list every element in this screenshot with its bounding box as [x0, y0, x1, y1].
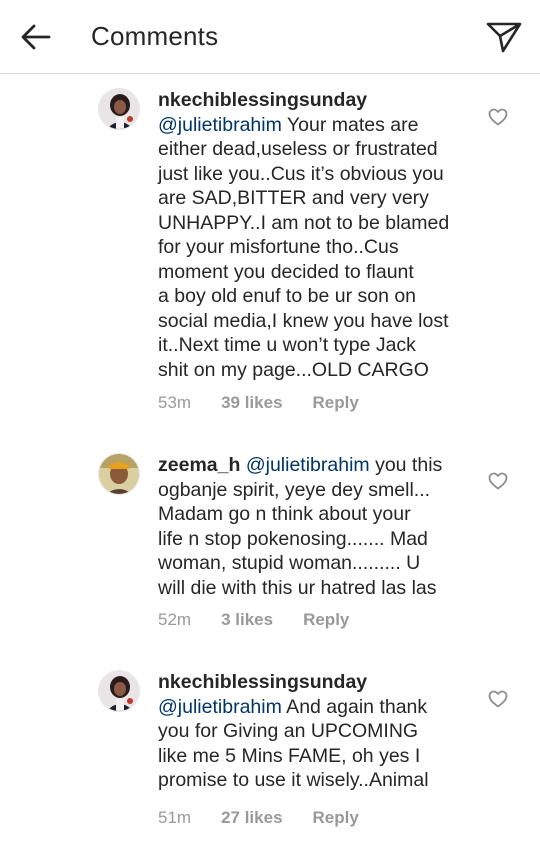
comment-line: ogbanje spirit, yeye dey smell...	[158, 478, 431, 501]
paper-plane-icon	[486, 22, 522, 53]
heart-outline-icon	[488, 690, 508, 708]
like-button[interactable]	[486, 470, 510, 492]
comment-mention[interactable]: @julietibrahim	[158, 696, 282, 718]
comment-time: 53m	[158, 393, 192, 412]
comment-likes[interactable]: 39 likes	[221, 393, 282, 413]
comment-item: nkechiblessingsunday @julietibrahim Your…	[0, 74, 540, 434]
reply-button[interactable]: Reply	[303, 610, 349, 630]
avatar[interactable]	[98, 88, 140, 130]
comment-line: for your misfortune tho..Cus	[158, 236, 399, 258]
comment-item: nkechiblessingsunday @julietibrahim And …	[0, 652, 540, 848]
comment-line: you this	[369, 454, 443, 476]
heart-outline-icon	[488, 108, 508, 126]
comment-line: Your mates are	[281, 113, 419, 136]
comment-item: zeema_h @julietibrahim you this ogbanje …	[0, 434, 540, 652]
comment-body: nkechiblessingsunday @julietibrahim Your…	[158, 88, 476, 382]
comment-username[interactable]: zeema_h	[158, 454, 240, 476]
comment-line: woman, stupid woman......... U	[158, 552, 421, 574]
comment-line: either dead,useless or frustrated	[158, 138, 438, 160]
back-button[interactable]	[16, 17, 56, 57]
share-button[interactable]	[484, 17, 524, 57]
comment-meta: 51m 27 likes Reply	[158, 808, 359, 828]
comment-line: social media,I knew you have lost	[158, 309, 449, 332]
comment-line: a boy old enuf to be ur son on	[158, 285, 417, 307]
header-bar: Comments	[0, 0, 540, 74]
comment-likes[interactable]: 27 likes	[221, 808, 282, 828]
comment-meta: 52m 3 likes Reply	[158, 610, 349, 630]
comment-username[interactable]: nkechiblessingsunday	[158, 671, 367, 693]
comment-likes[interactable]: 3 likes	[221, 610, 273, 630]
reply-button[interactable]: Reply	[313, 808, 359, 828]
comment-line: you for Giving an UPCOMING	[158, 720, 419, 742]
comment-body: zeema_h @julietibrahim you this ogbanje …	[158, 453, 476, 600]
avatar[interactable]	[98, 670, 140, 712]
comment-line: are SAD,BITTER and very very	[158, 187, 429, 209]
page-title: Comments	[91, 21, 219, 51]
reply-button[interactable]: Reply	[313, 393, 359, 413]
comment-line: UNHAPPY..I am not to be blamed	[158, 211, 450, 234]
comment-mention[interactable]: @julietibrahim	[158, 114, 282, 136]
avatar-image	[99, 671, 139, 711]
avatar[interactable]	[98, 453, 140, 495]
comments-list: nkechiblessingsunday @julietibrahim Your…	[0, 74, 540, 848]
comment-line: just like you..Cus it’s obvious you	[158, 162, 444, 185]
comment-line: life n stop pokenosing....... Mad	[158, 527, 428, 550]
comment-line: moment you decided to flaunt	[158, 260, 414, 283]
like-button[interactable]	[486, 106, 510, 128]
comment-line: shit on my page...OLD CARGO	[158, 358, 429, 381]
comment-line: promise to use it wisely..Animal	[158, 769, 429, 791]
comment-time: 52m	[158, 610, 192, 629]
comment-line: And again thank	[281, 695, 428, 718]
heart-outline-icon	[488, 472, 508, 490]
arrow-left-icon	[21, 24, 51, 50]
comment-body: nkechiblessingsunday @julietibrahim And …	[158, 670, 476, 793]
comment-meta: 53m 39 likes Reply	[158, 393, 359, 413]
avatar-image	[99, 454, 139, 494]
comment-line: like me 5 Mins FAME, oh yes I	[158, 744, 421, 767]
comment-line: it..Next time u won’t type Jack	[158, 334, 416, 356]
comment-line: Madam go n think about your	[158, 503, 411, 525]
like-button[interactable]	[486, 688, 510, 710]
avatar-image	[99, 89, 139, 129]
comment-time: 51m	[158, 808, 192, 827]
comment-username[interactable]: nkechiblessingsunday	[158, 89, 367, 111]
comment-line: will die with this ur hatred las las	[158, 576, 437, 599]
comment-mention[interactable]: @julietibrahim	[246, 454, 370, 476]
